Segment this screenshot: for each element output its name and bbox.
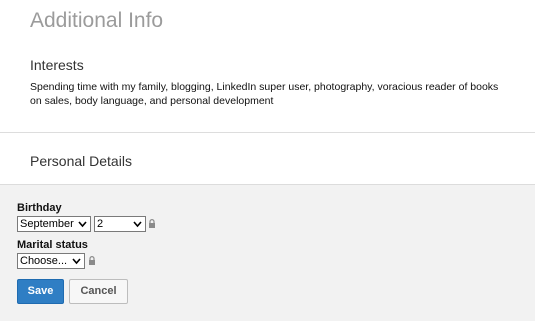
save-button[interactable]: Save — [17, 279, 64, 304]
birthday-month-select[interactable]: September — [17, 216, 91, 232]
info-panel: Additional Info Interests Spending time … — [0, 0, 535, 184]
marital-status-select[interactable]: Choose... — [17, 253, 85, 269]
personal-details-heading: Personal Details — [30, 153, 132, 169]
marital-status-label: Marital status — [17, 239, 88, 251]
marital-status-value: Choose... — [20, 255, 68, 267]
chevron-down-icon — [133, 221, 142, 228]
interests-heading: Interests — [30, 57, 84, 73]
lock-icon — [89, 256, 95, 265]
page-title: Additional Info — [30, 9, 164, 32]
interests-text: Spending time with my family, blogging, … — [30, 81, 499, 107]
birthday-label: Birthday — [17, 202, 62, 214]
birthday-month-value: September — [20, 218, 74, 230]
lock-icon — [149, 219, 155, 228]
section-divider — [0, 132, 535, 133]
cancel-button[interactable]: Cancel — [69, 279, 128, 304]
birthday-day-select[interactable]: 2 — [94, 216, 146, 232]
birthday-day-value: 2 — [97, 218, 104, 230]
chevron-down-icon — [78, 221, 87, 228]
chevron-down-icon — [72, 258, 81, 265]
